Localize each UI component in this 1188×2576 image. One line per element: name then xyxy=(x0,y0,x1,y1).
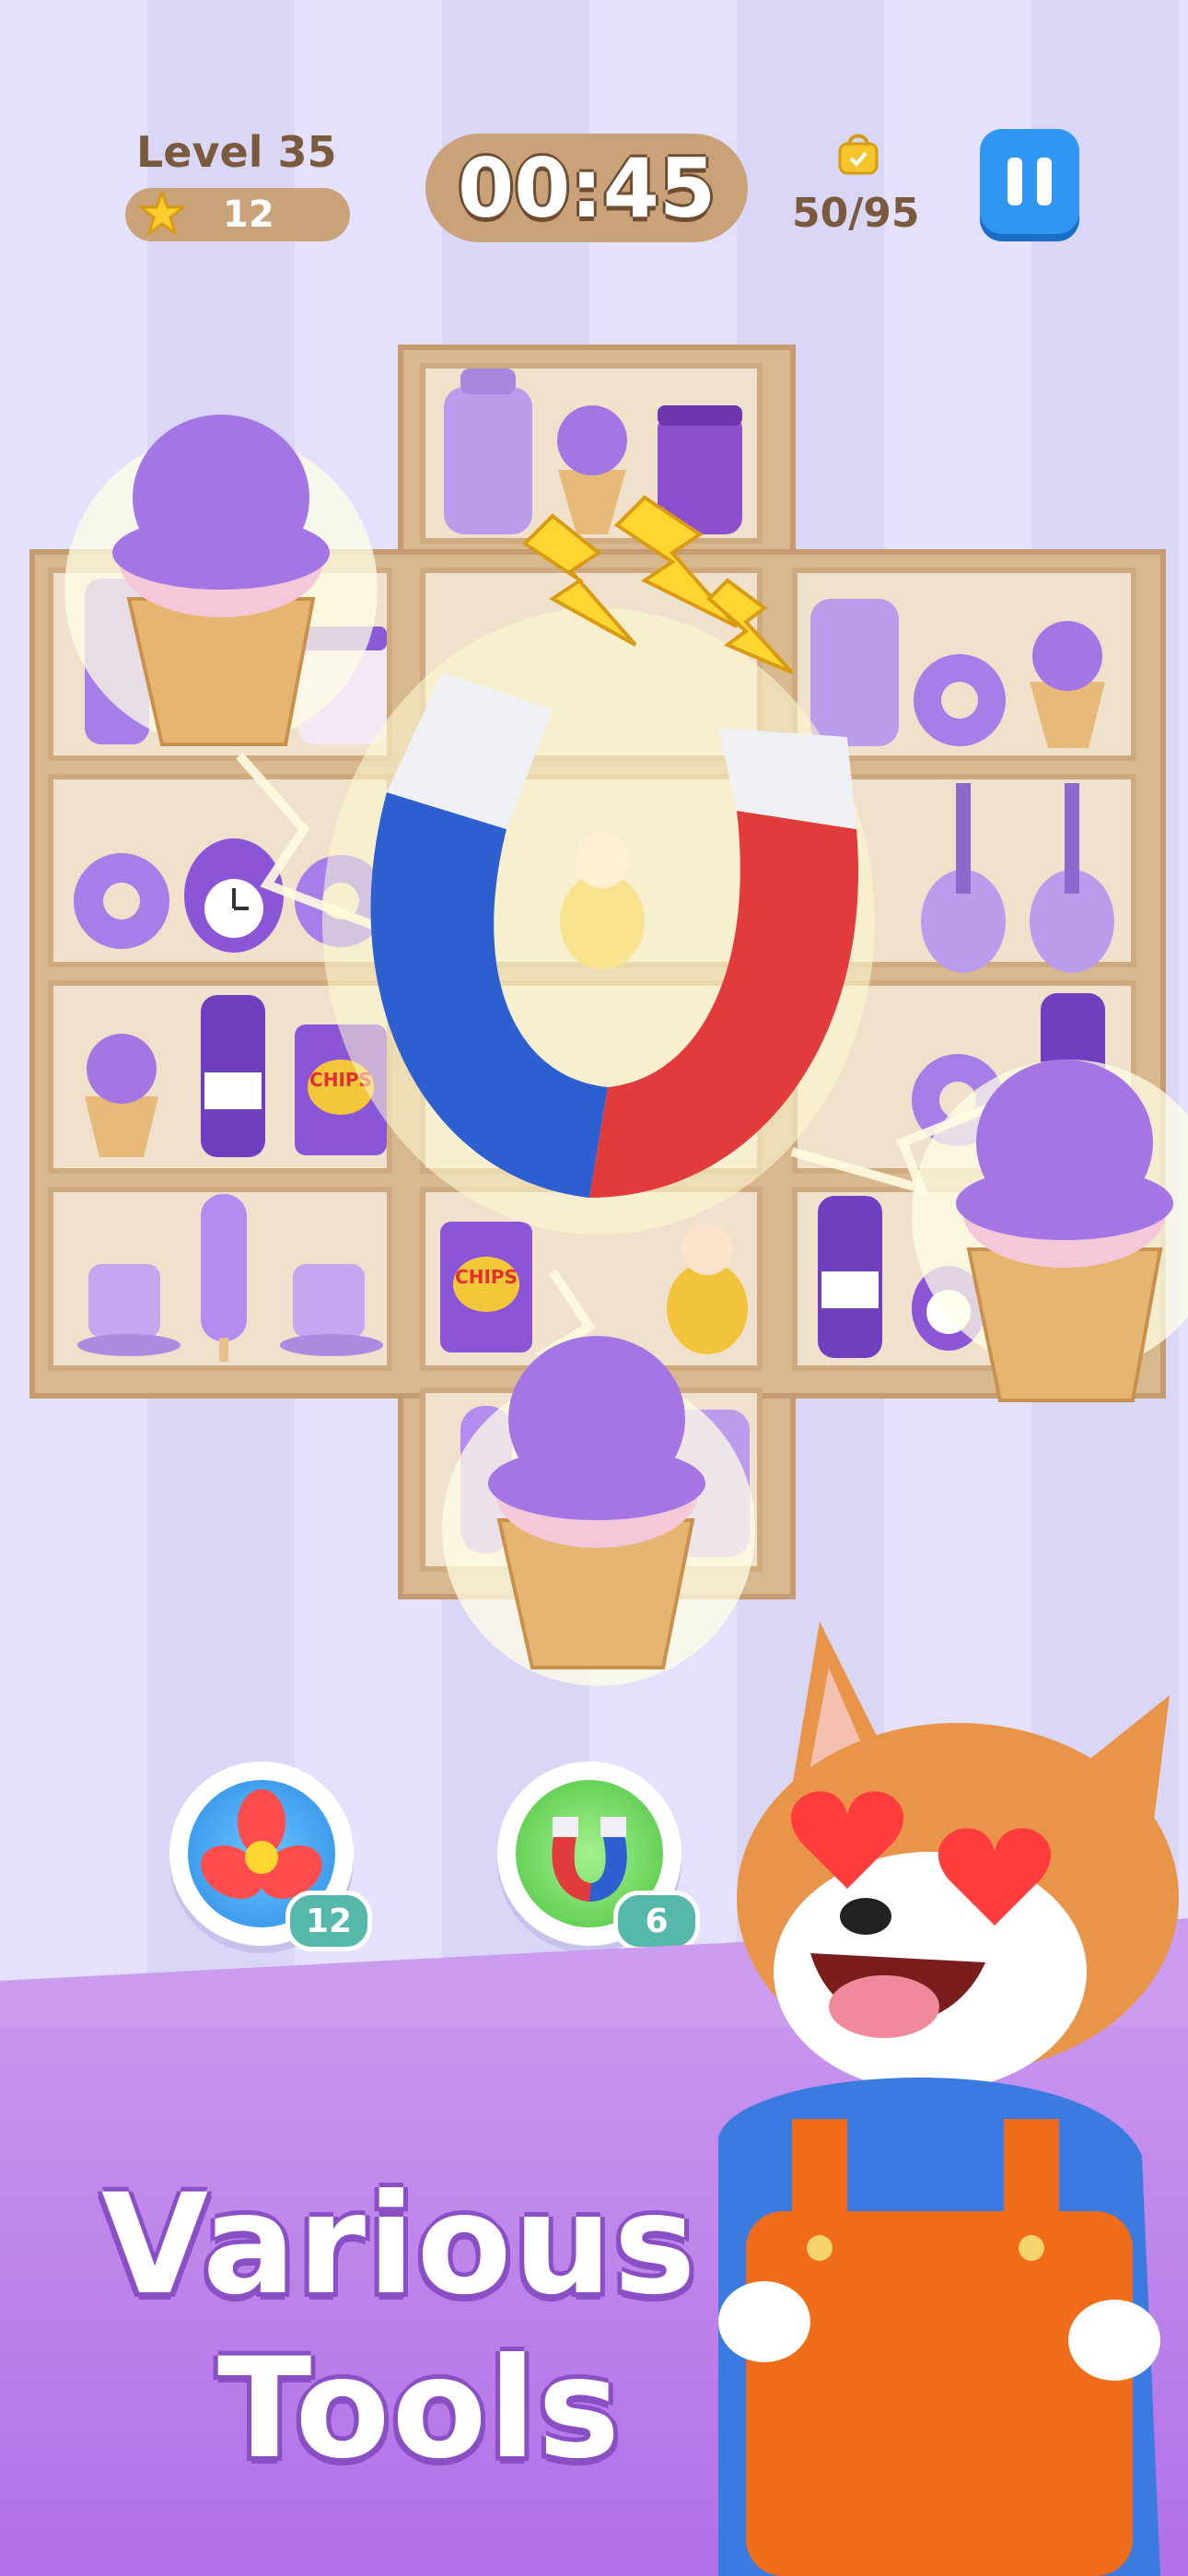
magnet-icon xyxy=(322,495,875,1235)
magnet-tool-button[interactable]: 6 xyxy=(497,1762,700,1951)
headline-line-1: Various xyxy=(101,2165,698,2325)
fan-tool-button[interactable]: 12 xyxy=(169,1762,372,1951)
headline-line-2: Tools xyxy=(217,2329,623,2489)
ice-cream-item-selected[interactable] xyxy=(64,415,378,746)
fan-tool-count-badge: 12 xyxy=(285,1891,372,1951)
ice-cream-item-selected[interactable] xyxy=(912,1060,1188,1402)
corgi-mascot xyxy=(718,1622,1179,2576)
magnet-effect-layer xyxy=(64,415,1188,1686)
